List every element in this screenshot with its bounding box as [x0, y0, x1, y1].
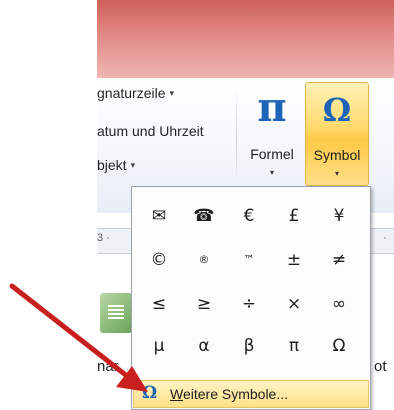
symbol-pi[interactable]: π [274, 328, 314, 364]
chevron-down-icon: ▾ [269, 168, 274, 177]
date-time-label: atum und Uhrzeit [97, 123, 204, 139]
symbol-multiplication[interactable]: × [274, 286, 314, 322]
more-symbols-text: eitere Symbole... [182, 386, 289, 402]
symbol-dropdown: ✉ ☎ € £ ¥ © ® ™ ± ≠ ≤ ≥ ÷ × ∞ µ α β π Ω … [131, 186, 371, 410]
symbol-greater-equal[interactable]: ≥ [184, 286, 224, 322]
symbol-label: Symbol [313, 147, 361, 163]
more-symbols-label: Weitere Symbole... [170, 386, 288, 402]
symbol-yen[interactable]: ¥ [319, 198, 359, 234]
symbol-button[interactable]: Ω Symbol ▾ [305, 82, 369, 186]
symbol-copyright[interactable]: © [139, 242, 179, 278]
chevron-down-icon: ▾ [130, 160, 136, 170]
object-button[interactable]: bjekt ▾ [97, 157, 135, 173]
symbol-infinity[interactable]: ∞ [319, 286, 359, 322]
document-text: ot [374, 358, 387, 375]
ruler-mark: · [383, 232, 387, 244]
symbol-beta[interactable]: β [229, 328, 269, 364]
pi-icon: π [257, 84, 287, 131]
symbol-not-equal[interactable]: ≠ [319, 242, 359, 278]
formula-button[interactable]: π Formel ▾ [242, 84, 302, 184]
chevron-down-icon: ▾ [169, 88, 175, 98]
omega-icon: Ω [322, 91, 352, 129]
symbol-registered[interactable]: ® [184, 242, 224, 278]
symbol-euro[interactable]: € [229, 198, 269, 234]
object-label: bjekt [97, 157, 127, 173]
omega-icon: Ω [142, 383, 158, 403]
symbol-envelope[interactable]: ✉ [139, 198, 179, 234]
document-icon [100, 293, 132, 333]
accelerator-key: W [170, 386, 183, 402]
date-time-button[interactable]: atum und Uhrzeit [97, 123, 204, 139]
document-text: nar [97, 358, 119, 375]
symbol-alpha[interactable]: α [184, 328, 224, 364]
symbol-telephone[interactable]: ☎ [184, 198, 224, 234]
symbol-pound[interactable]: £ [274, 198, 314, 234]
ruler-mark: 3 · [97, 232, 110, 244]
symbol-division[interactable]: ÷ [229, 286, 269, 322]
symbol-less-equal[interactable]: ≤ [139, 286, 179, 322]
symbol-omega[interactable]: Ω [319, 328, 359, 364]
symbol-plus-minus[interactable]: ± [274, 242, 314, 278]
signature-line-button[interactable]: gnaturzeile ▾ [97, 85, 174, 101]
chevron-down-icon: ▾ [334, 169, 339, 178]
title-bar [97, 0, 394, 78]
more-symbols-item[interactable]: Ω Weitere Symbole... [133, 380, 369, 408]
symbol-mu[interactable]: µ [139, 328, 179, 364]
signature-line-label: gnaturzeile [97, 85, 166, 101]
symbol-trademark[interactable]: ™ [229, 242, 269, 278]
formula-label: Formel [250, 146, 294, 162]
group-separator [236, 82, 237, 200]
